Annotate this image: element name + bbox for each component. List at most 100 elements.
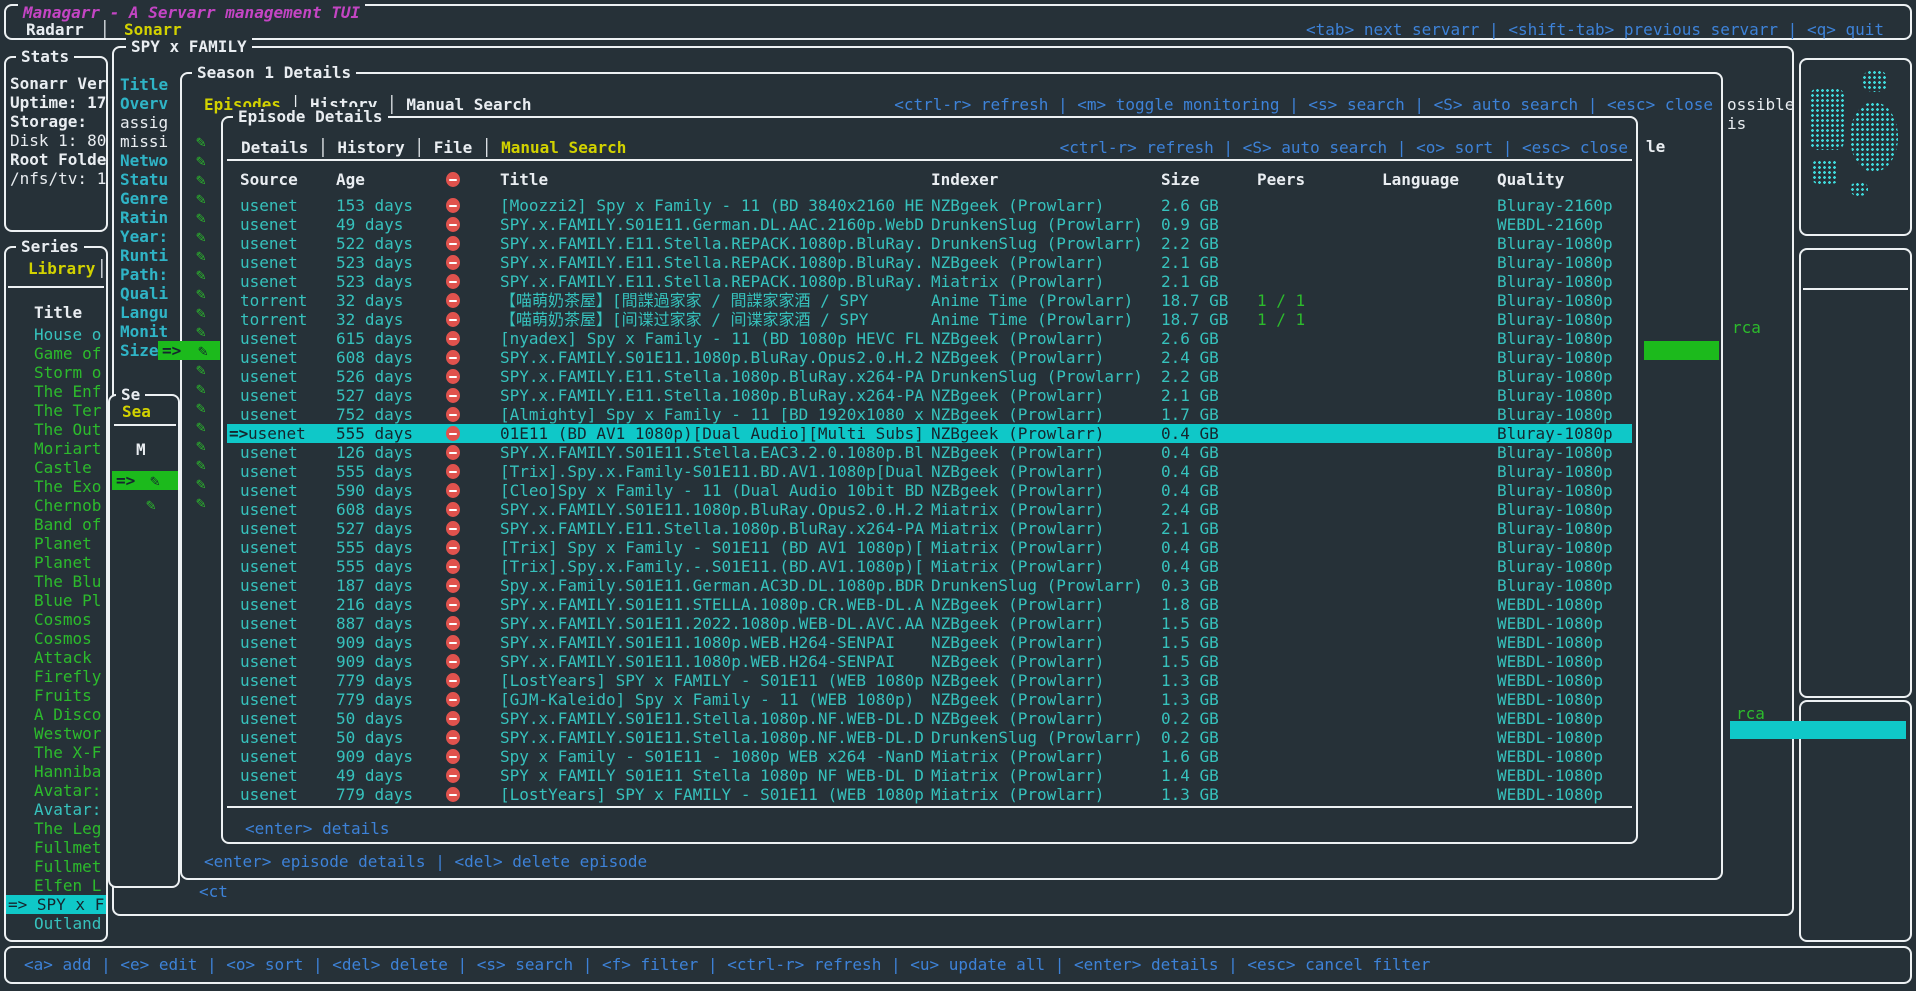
series-item[interactable]: Band of: [6, 515, 106, 534]
selected-season-marker[interactable]: => ✎: [112, 471, 178, 490]
cell-age: 49 days: [336, 766, 403, 785]
release-row[interactable]: usenet909 daysSPY.x.FAMILY.S01E11.1080p.…: [227, 652, 1632, 671]
series-item[interactable]: Hanniba: [6, 762, 106, 781]
series-item[interactable]: Cosmos: [6, 610, 106, 629]
series-item[interactable]: Attack: [6, 648, 106, 667]
series-item[interactable]: Chernob: [6, 496, 106, 515]
series-item[interactable]: Avatar:: [6, 781, 106, 800]
tab-radarr[interactable]: Radarr: [26, 20, 84, 39]
series-item[interactable]: The X-F: [6, 743, 106, 762]
series-item[interactable]: Firefly: [6, 667, 106, 686]
series-item[interactable]: Avatar:: [6, 800, 106, 819]
release-row[interactable]: usenet126 daysSPY.X.FAMILY.S01E11.Stella…: [227, 443, 1632, 462]
release-row[interactable]: =>usenet555 days01E11 (BD AV1 1080p)[Dua…: [227, 424, 1632, 443]
release-row[interactable]: usenet590 days[Cleo]Spy x Family - 11 (D…: [227, 481, 1632, 500]
series-item[interactable]: Moriart: [6, 439, 106, 458]
series-item[interactable]: Outland: [6, 914, 106, 933]
release-row[interactable]: usenet909 daysSPY.x.FAMILY.S01E11.1080p.…: [227, 633, 1632, 652]
cell-source: usenet: [248, 424, 306, 443]
series-item[interactable]: Game of: [6, 344, 106, 363]
cell-quality: Bluray-1080p: [1497, 557, 1613, 576]
tab-library[interactable]: Library: [28, 259, 95, 278]
series-item-label: Blue Pl: [34, 591, 101, 610]
release-row[interactable]: usenet909 daysSpy x Family - S01E11 - 10…: [227, 747, 1632, 766]
tab-history[interactable]: History: [337, 138, 404, 157]
release-row[interactable]: usenet523 daysSPY.x.FAMILY.E11.Stella.RE…: [227, 272, 1632, 291]
tab-manual-search[interactable]: Manual Search: [501, 138, 626, 157]
release-row[interactable]: usenet779 days[LostYears] SPY x FAMILY -…: [227, 671, 1632, 690]
release-row[interactable]: usenet887 daysSPY.x.FAMILY.S01E11.2022.1…: [227, 614, 1632, 633]
release-row[interactable]: usenet50 daysSPY.x.FAMILY.S01E11.Stella.…: [227, 728, 1632, 747]
tab-manual-search[interactable]: Manual Search: [406, 95, 531, 114]
series-item[interactable]: Fruits: [6, 686, 106, 705]
series-item[interactable]: Storm o: [6, 363, 106, 382]
cell-source: usenet: [240, 747, 298, 766]
release-row[interactable]: usenet49 daysSPY.x.FAMILY.S01E11.German.…: [227, 215, 1632, 234]
series-item[interactable]: The Blu: [6, 572, 106, 591]
series-item[interactable]: Elfen L: [6, 876, 106, 895]
series-item[interactable]: Planet: [6, 553, 106, 572]
series-item[interactable]: Fullmet: [6, 857, 106, 876]
release-row[interactable]: usenet526 daysSPY.x.FAMILY.E11.Stella.10…: [227, 367, 1632, 386]
series-item[interactable]: A Disco: [6, 705, 106, 724]
cell-indexer: DrunkenSlug (Prowlarr): [931, 576, 1143, 595]
cell-quality: WEBDL-1080p: [1497, 671, 1603, 690]
release-row[interactable]: usenet608 daysSPY.x.FAMILY.S01E11.1080p.…: [227, 348, 1632, 367]
rejected-icon: [446, 198, 460, 213]
cell-size: 1.3 GB: [1161, 671, 1219, 690]
cell-source: usenet: [240, 196, 298, 215]
release-row[interactable]: usenet527 daysSPY.x.FAMILY.E11.Stella.10…: [227, 519, 1632, 538]
cell-indexer: Miatrix (Prowlarr): [931, 538, 1104, 557]
divider: [8, 286, 104, 288]
release-row[interactable]: usenet779 days[GJM-Kaleido] Spy x Family…: [227, 690, 1632, 709]
release-row[interactable]: usenet153 days[Moozzi2] Spy x Family - 1…: [227, 196, 1632, 215]
release-row[interactable]: usenet49 daysSPY x FAMILY S01E11 Stella …: [227, 766, 1632, 785]
cell-indexer: NZBgeek (Prowlarr): [931, 196, 1104, 215]
release-row[interactable]: usenet527 daysSPY.x.FAMILY.E11.Stella.10…: [227, 386, 1632, 405]
clipped-text: le: [1646, 137, 1665, 156]
tab-season-search[interactable]: Sea: [122, 402, 151, 421]
release-row[interactable]: usenet555 days[Trix].Spy.x.Family-S01E11…: [227, 462, 1632, 481]
cell-indexer: NZBgeek (Prowlarr): [931, 614, 1104, 633]
col-header-peers: Peers: [1257, 170, 1305, 189]
release-row[interactable]: usenet752 days[Almighty] Spy x Family - …: [227, 405, 1632, 424]
release-row[interactable]: usenet522 daysSPY.x.FAMILY.E11.Stella.RE…: [227, 234, 1632, 253]
release-row[interactable]: torrent32 days【喵萌奶茶屋】[间谍过家家 / 间谍家家酒 / SP…: [227, 310, 1632, 329]
series-item[interactable]: The Enf: [6, 382, 106, 401]
series-item[interactable]: The Ter: [6, 401, 106, 420]
release-row[interactable]: usenet608 daysSPY.x.FAMILY.S01E11.1080p.…: [227, 500, 1632, 519]
release-row[interactable]: usenet216 daysSPY.x.FAMILY.S01E11.STELLA…: [227, 595, 1632, 614]
cell-size: 1.8 GB: [1161, 595, 1219, 614]
release-row[interactable]: usenet50 daysSPY.x.FAMILY.S01E11.Stella.…: [227, 709, 1632, 728]
rejected-icon: [446, 350, 460, 365]
stats-line: Disk 1: 80: [10, 131, 106, 150]
tab-details[interactable]: Details: [241, 138, 308, 157]
series-item[interactable]: Blue Pl: [6, 591, 106, 610]
series-item[interactable]: Cosmos: [6, 629, 106, 648]
series-item[interactable]: House o: [6, 325, 106, 344]
release-row[interactable]: usenet555 days[Trix] Spy x Family - S01E…: [227, 538, 1632, 557]
cell-age: 752 days: [336, 405, 413, 424]
release-row[interactable]: usenet555 days[Trix].Spy.x.Family.-.S01E…: [227, 557, 1632, 576]
series-item[interactable]: Fullmet: [6, 838, 106, 857]
series-item[interactable]: Planet: [6, 534, 106, 553]
episode-details-title: Episode Details: [233, 107, 388, 126]
series-item-selected[interactable]: => SPY x F: [6, 895, 106, 914]
release-row[interactable]: usenet615 days[nyadex] Spy x Family - 11…: [227, 329, 1632, 348]
release-row[interactable]: torrent32 days【喵萌奶茶屋】[間諜過家家 / 間諜家家酒 / SP…: [227, 291, 1632, 310]
release-row[interactable]: usenet523 daysSPY.x.FAMILY.E11.Stella.RE…: [227, 253, 1632, 272]
series-item[interactable]: The Leg: [6, 819, 106, 838]
release-row[interactable]: usenet779 days[LostYears] SPY x FAMILY -…: [227, 785, 1632, 804]
cell-indexer: Miatrix (Prowlarr): [931, 766, 1104, 785]
series-item[interactable]: Westwor: [6, 724, 106, 743]
tab-file[interactable]: File: [434, 138, 473, 157]
series-item[interactable]: The Out: [6, 420, 106, 439]
cell-indexer: Miatrix (Prowlarr): [931, 272, 1104, 291]
detail-field-label: Title: [120, 75, 170, 94]
series-item[interactable]: Castle: [6, 458, 106, 477]
cell-age: 909 days: [336, 633, 413, 652]
series-item[interactable]: The Exo: [6, 477, 106, 496]
seasons-panel: [108, 394, 180, 888]
selected-item-bar[interactable]: [1730, 721, 1906, 739]
release-row[interactable]: usenet187 daysSpy.x.Family.S01E11.German…: [227, 576, 1632, 595]
